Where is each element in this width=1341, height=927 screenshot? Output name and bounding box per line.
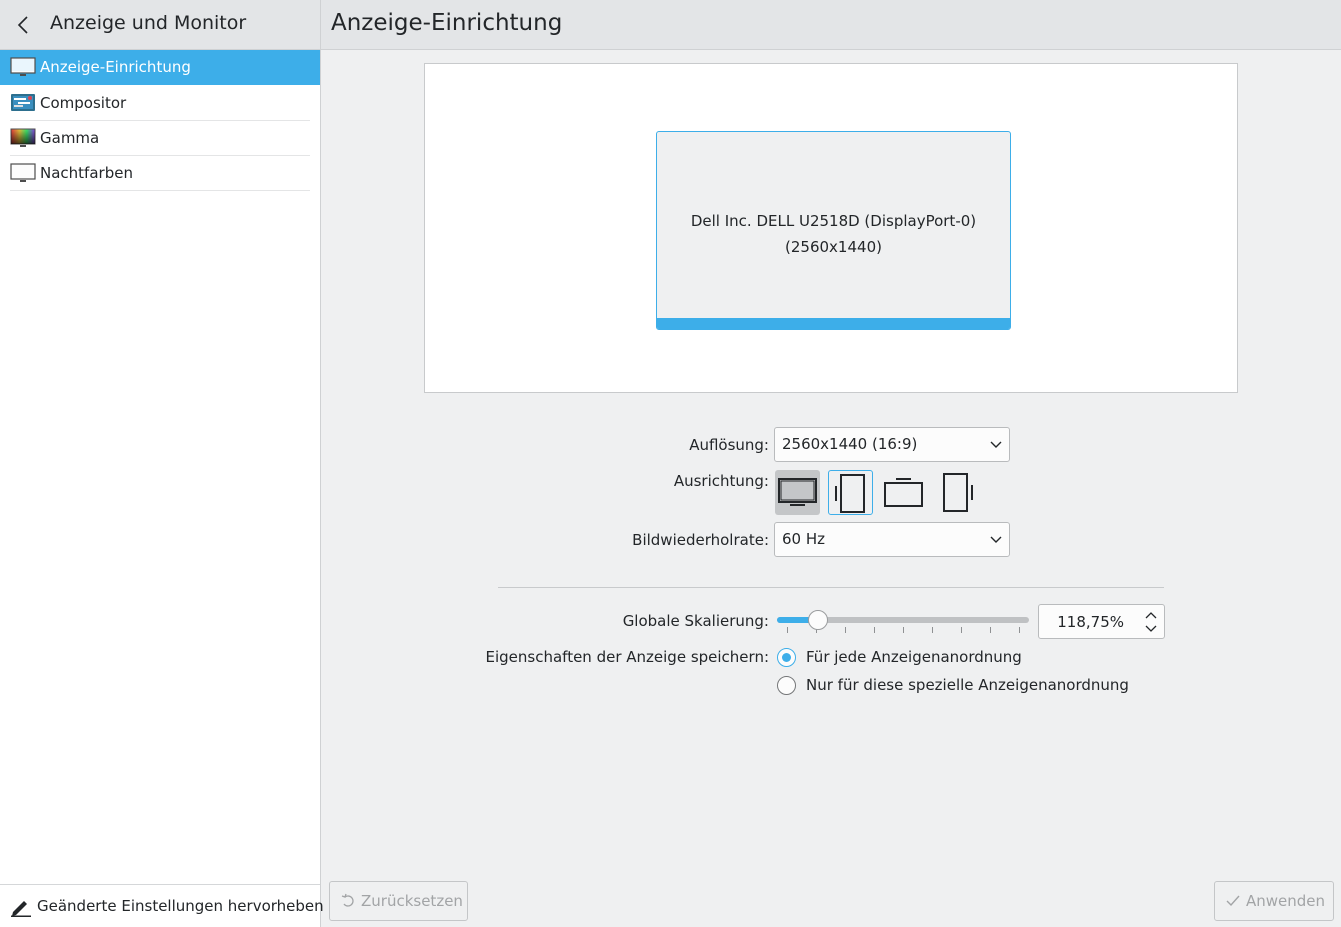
save-all-radio-label[interactable]: Für jede Anzeigenanordnung <box>806 648 1022 666</box>
section-divider <box>498 587 1164 588</box>
slider-tick <box>787 627 788 633</box>
primary-indicator-bar <box>657 318 1010 329</box>
main-header: Anzeige-Einrichtung <box>321 0 1341 50</box>
compositor-icon <box>11 94 35 111</box>
divider <box>10 190 310 191</box>
slider-tick <box>1019 627 1020 633</box>
save-all-radio[interactable] <box>777 648 796 667</box>
output-mode: (2560x1440) <box>785 238 882 256</box>
sidebar-header: Anzeige und Monitor <box>0 0 320 50</box>
sidebar-item-label: Gamma <box>40 129 100 147</box>
highlight-changes-label: Geänderte Einstellungen hervorheben <box>37 897 324 915</box>
global-scale-spinbox[interactable]: 118,75% <box>1038 604 1165 639</box>
orientation-portrait-left-button[interactable] <box>828 470 873 515</box>
global-scale-value: 118,75% <box>1057 613 1124 631</box>
sidebar-title: Anzeige und Monitor <box>50 12 247 34</box>
slider-handle[interactable] <box>807 610 828 630</box>
orientation-label: Ausrichtung: <box>673 472 769 490</box>
highlight-changes-button[interactable]: Geänderte Einstellungen hervorheben <box>0 884 324 927</box>
slider-tick <box>932 627 933 633</box>
chevron-left-icon <box>17 16 28 34</box>
resolution-value: 2560x1440 (16:9) <box>782 435 918 453</box>
landscape-icon <box>778 478 817 506</box>
night-color-icon <box>10 163 36 182</box>
output-name: Dell Inc. DELL U2518D (DisplayPort-0) <box>690 212 977 230</box>
slider-tick <box>874 627 875 633</box>
rotate-left-icon <box>835 474 865 513</box>
global-scale-slider[interactable] <box>777 610 1029 634</box>
slider-tick <box>845 627 846 633</box>
slider-tick <box>903 627 904 633</box>
output-label: Dell Inc. DELL U2518D (DisplayPort-0) (2… <box>657 208 1010 260</box>
sidebar-item-gamma[interactable]: Gamma <box>0 121 320 156</box>
sidebar-item-compositor[interactable]: Compositor <box>0 86 320 121</box>
output-tile[interactable]: Dell Inc. DELL U2518D (DisplayPort-0) (2… <box>656 131 1011 330</box>
sidebar-item-label: Nachtfarben <box>40 164 133 182</box>
sidebar-item-anzeige-einrichtung[interactable]: Anzeige-Einrichtung <box>0 50 320 85</box>
sidebar-item-label: Anzeige-Einrichtung <box>40 58 191 76</box>
sidebar-item-nachtfarben[interactable]: Nachtfarben <box>0 156 320 191</box>
slider-tick <box>961 627 962 633</box>
apply-button[interactable]: Anwenden <box>1214 881 1334 921</box>
orientation-landscape-button[interactable] <box>775 470 820 515</box>
chevron-down-icon <box>990 536 1002 543</box>
pen-icon <box>11 901 31 917</box>
global-scale-label: Globale Skalierung: <box>622 612 769 630</box>
checkmark-icon <box>1226 895 1240 907</box>
refresh-rate-label: Bildwiederholrate: <box>632 531 769 549</box>
save-this-radio-label[interactable]: Nur für diese spezielle Anzeigenanordnun… <box>806 676 1129 694</box>
orientation-portrait-right-button[interactable] <box>934 470 979 515</box>
reset-label: Zurücksetzen <box>361 892 463 910</box>
sidebar-item-label: Compositor <box>40 94 127 112</box>
page-title: Anzeige-Einrichtung <box>331 10 563 36</box>
monitor-icon <box>10 57 36 76</box>
slider-tick <box>990 627 991 633</box>
output-arrangement-area[interactable]: Dell Inc. DELL U2518D (DisplayPort-0) (2… <box>424 63 1238 393</box>
undo-icon <box>341 893 354 907</box>
orientation-upside-down-button[interactable] <box>881 470 926 515</box>
resolution-combobox[interactable]: 2560x1440 (16:9) <box>774 427 1010 462</box>
chevron-down-icon <box>990 441 1002 448</box>
save-this-radio[interactable] <box>777 676 796 695</box>
back-button[interactable] <box>10 11 38 39</box>
sidebar: Anzeige und Monitor Anzeige-Einrichtung … <box>0 0 324 927</box>
refresh-rate-combobox[interactable]: 60 Hz <box>774 522 1010 557</box>
refresh-rate-value: 60 Hz <box>782 530 826 548</box>
apply-label: Anwenden <box>1246 892 1326 910</box>
gamma-icon <box>10 128 36 147</box>
reset-button[interactable]: Zurücksetzen <box>329 881 468 921</box>
rotate-right-icon <box>943 473 973 512</box>
resolution-label: Auflösung: <box>689 436 769 454</box>
spin-arrows-icon[interactable] <box>1144 609 1158 635</box>
save-properties-label: Eigenschaften der Anzeige speichern: <box>485 648 769 666</box>
upside-down-icon <box>884 478 923 507</box>
